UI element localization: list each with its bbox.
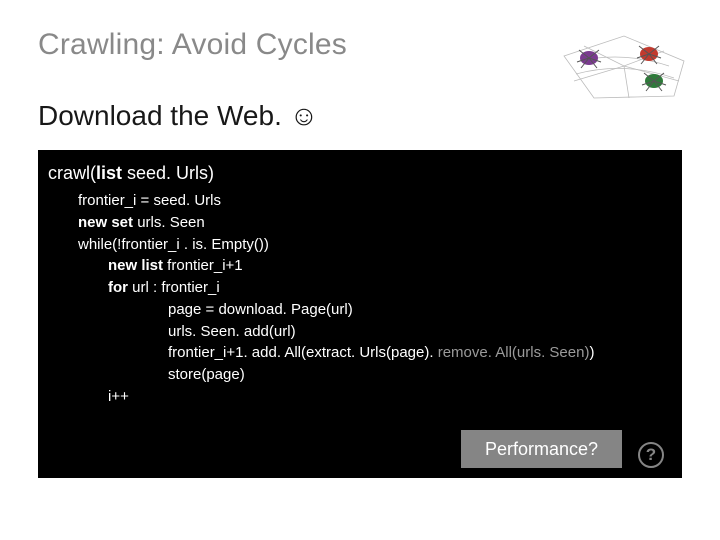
code-line: store(page): [168, 364, 674, 386]
code-line: while(!frontier_i . is. Empty()): [78, 234, 674, 256]
code-line: urls. Seen. add(url): [168, 321, 674, 343]
code-line: new set urls. Seen: [78, 212, 674, 234]
code-signature: crawl(list seed. Urls): [48, 160, 674, 186]
kw-new-list: new list: [108, 257, 163, 274]
kw-new-set: new set: [78, 214, 133, 231]
code-text: frontier_i+1: [163, 257, 243, 274]
code-line: page = download. Page(url): [168, 299, 674, 321]
code-line: frontier_i = seed. Urls: [78, 190, 674, 212]
code-line: new list frontier_i+1: [108, 255, 674, 277]
fn-name: crawl(: [48, 163, 96, 183]
code-line: for url : frontier_i: [108, 277, 674, 299]
question-icon: ?: [638, 442, 664, 468]
code-text: frontier_i+1. add. All(extract. Urls(pag…: [168, 344, 434, 361]
kw-list: list: [96, 163, 122, 183]
code-removed-call: remove. All(urls. Seen): [434, 344, 590, 361]
spider-web-illustration: [554, 26, 694, 106]
code-text: ): [589, 344, 594, 361]
performance-callout: Performance?: [461, 430, 622, 468]
pseudocode-block: crawl(list seed. Urls) frontier_i = seed…: [38, 150, 682, 478]
code-line: i++: [108, 386, 674, 408]
code-text: urls. Seen: [133, 214, 205, 231]
fn-arg: seed. Urls): [122, 163, 214, 183]
code-text: url : frontier_i: [128, 279, 220, 296]
code-line: frontier_i+1. add. All(extract. Urls(pag…: [168, 342, 674, 364]
kw-for: for: [108, 279, 128, 296]
